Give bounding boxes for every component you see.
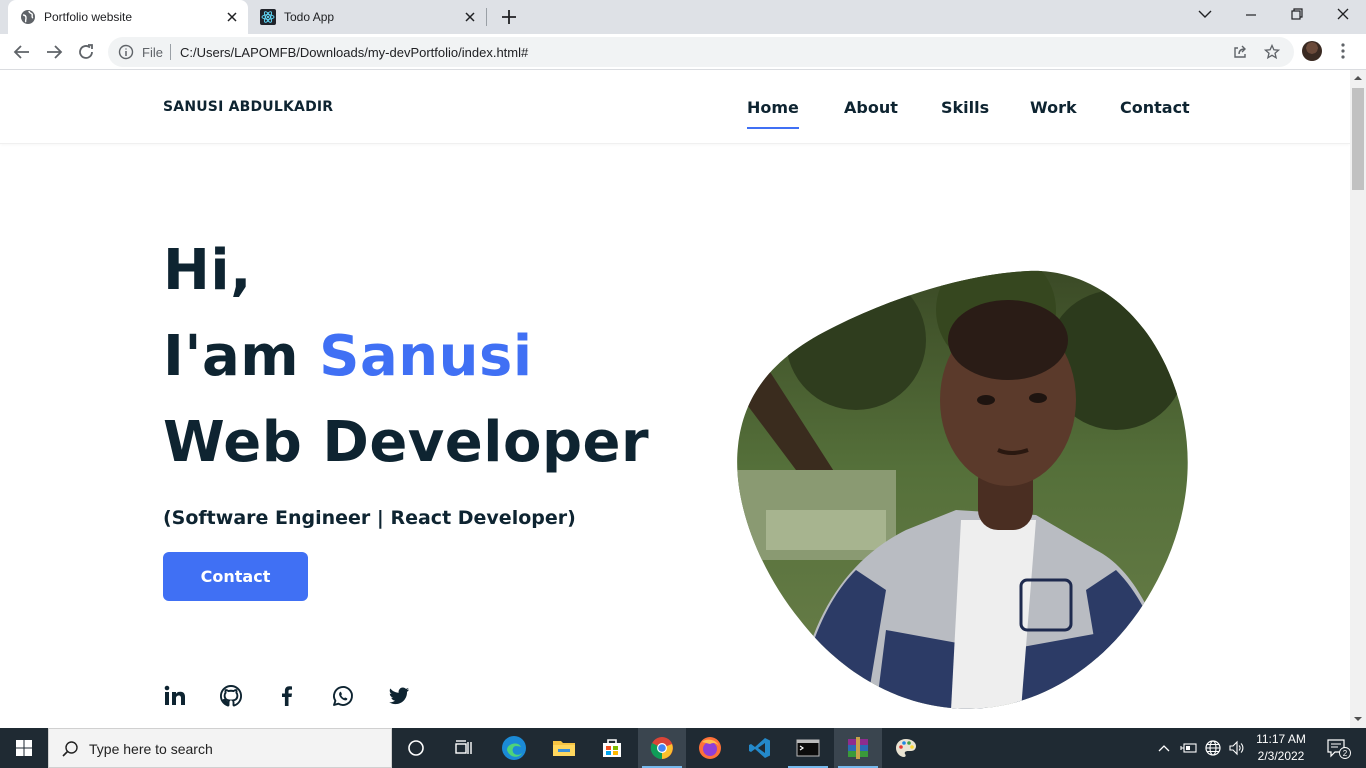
bookmark-star-icon[interactable] <box>1264 44 1280 60</box>
site-logo[interactable]: SANUSI ABDULKADIR <box>163 99 333 115</box>
notification-count-badge: 2 <box>1343 749 1348 758</box>
nav-link-about[interactable]: About <box>844 98 898 117</box>
windows-taskbar: Type here to search 11:17 AM 2/3/2022 2 <box>0 728 1366 768</box>
notification-center-icon[interactable]: 2 <box>1318 728 1358 768</box>
clock-time: 11:17 AM <box>1256 732 1306 746</box>
hero-subtitle: (Software Engineer | React Developer) <box>163 507 576 529</box>
search-placeholder: Type here to search <box>89 741 213 757</box>
browser-tab-strip: Portfolio website Todo App <box>0 0 1366 34</box>
tray-overflow-chevron-up-icon[interactable] <box>1154 728 1174 768</box>
terminal-icon[interactable] <box>784 728 832 768</box>
restore-icon[interactable] <box>1274 0 1320 30</box>
nav-link-work[interactable]: Work <box>1030 98 1077 117</box>
paint-icon[interactable] <box>882 728 930 768</box>
back-arrow-icon[interactable] <box>11 41 33 63</box>
contact-button[interactable]: Contact <box>163 552 308 601</box>
menu-kebab-icon[interactable] <box>1336 42 1350 60</box>
profile-avatar[interactable] <box>1302 41 1322 61</box>
taskbar-search-box[interactable]: Type here to search <box>48 728 392 768</box>
edge-icon[interactable] <box>490 728 538 768</box>
close-tab-icon[interactable] <box>462 9 478 25</box>
omnibox-separator <box>170 44 171 60</box>
facebook-icon[interactable] <box>275 684 299 708</box>
tab-search-chevron-down-icon[interactable] <box>1182 0 1228 30</box>
tab-todo-app[interactable]: Todo App <box>248 0 488 34</box>
new-tab-icon[interactable] <box>498 6 520 28</box>
scroll-up-icon[interactable] <box>1353 73 1363 83</box>
github-icon[interactable] <box>219 684 243 708</box>
twitter-icon[interactable] <box>387 684 411 708</box>
share-icon[interactable] <box>1232 44 1248 60</box>
profile-photo <box>737 270 1188 709</box>
nav-link-contact[interactable]: Contact <box>1120 98 1190 117</box>
winrar-icon[interactable] <box>834 728 882 768</box>
network-globe-icon[interactable] <box>1202 728 1224 768</box>
browser-toolbar: File C:/Users/LAPOMFB/Downloads/my-devPo… <box>0 34 1366 70</box>
task-view-icon[interactable] <box>440 728 488 768</box>
file-explorer-icon[interactable] <box>540 728 588 768</box>
taskbar-clock[interactable]: 11:17 AM 2/3/2022 <box>1248 731 1314 765</box>
scroll-down-icon[interactable] <box>1353 714 1363 724</box>
linkedin-icon[interactable] <box>163 684 187 708</box>
close-tab-icon[interactable] <box>224 9 240 25</box>
nav-link-home[interactable]: Home <box>747 98 799 129</box>
tab-title: Todo App <box>284 10 335 24</box>
volume-icon[interactable] <box>1226 728 1248 768</box>
react-icon <box>260 9 276 25</box>
tab-separator <box>486 8 487 26</box>
microsoft-store-icon[interactable] <box>588 728 636 768</box>
hero-intro-prefix: I'am <box>163 324 320 389</box>
address-bar[interactable]: File C:/Users/LAPOMFB/Downloads/my-devPo… <box>108 37 1294 67</box>
firefox-icon[interactable] <box>686 728 734 768</box>
close-window-icon[interactable] <box>1320 0 1366 30</box>
search-icon <box>62 741 78 757</box>
site-header: SANUSI ABDULKADIR Home About Skills Work… <box>0 70 1350 144</box>
battery-icon[interactable] <box>1178 728 1200 768</box>
forward-arrow-icon[interactable] <box>43 41 65 63</box>
minimize-icon[interactable] <box>1228 0 1274 30</box>
hero-intro: I'am Sanusi <box>163 324 533 389</box>
reload-icon[interactable] <box>75 41 97 63</box>
hero-name: Sanusi <box>319 324 533 389</box>
cortana-icon[interactable] <box>392 728 440 768</box>
globe-icon <box>21 10 35 24</box>
portfolio-page: SANUSI ABDULKADIR Home About Skills Work… <box>0 70 1350 728</box>
chrome-icon[interactable] <box>638 728 686 768</box>
windows-start-icon[interactable] <box>0 728 48 768</box>
hero-role: Web Developer <box>163 410 650 475</box>
tab-title: Portfolio website <box>44 10 133 24</box>
url-scheme-label: File <box>142 45 163 60</box>
info-icon[interactable] <box>118 44 134 60</box>
scroll-thumb[interactable] <box>1352 88 1364 190</box>
vscode-icon[interactable] <box>736 728 784 768</box>
page-scrollbar[interactable] <box>1350 70 1366 728</box>
nav-link-skills[interactable]: Skills <box>941 98 989 117</box>
whatsapp-icon[interactable] <box>331 684 355 708</box>
clock-date: 2/3/2022 <box>1257 749 1305 763</box>
url-text[interactable]: C:/Users/LAPOMFB/Downloads/my-devPortfol… <box>180 45 528 60</box>
hero-greeting: Hi, <box>163 238 252 303</box>
tab-portfolio-website[interactable]: Portfolio website <box>8 0 248 34</box>
